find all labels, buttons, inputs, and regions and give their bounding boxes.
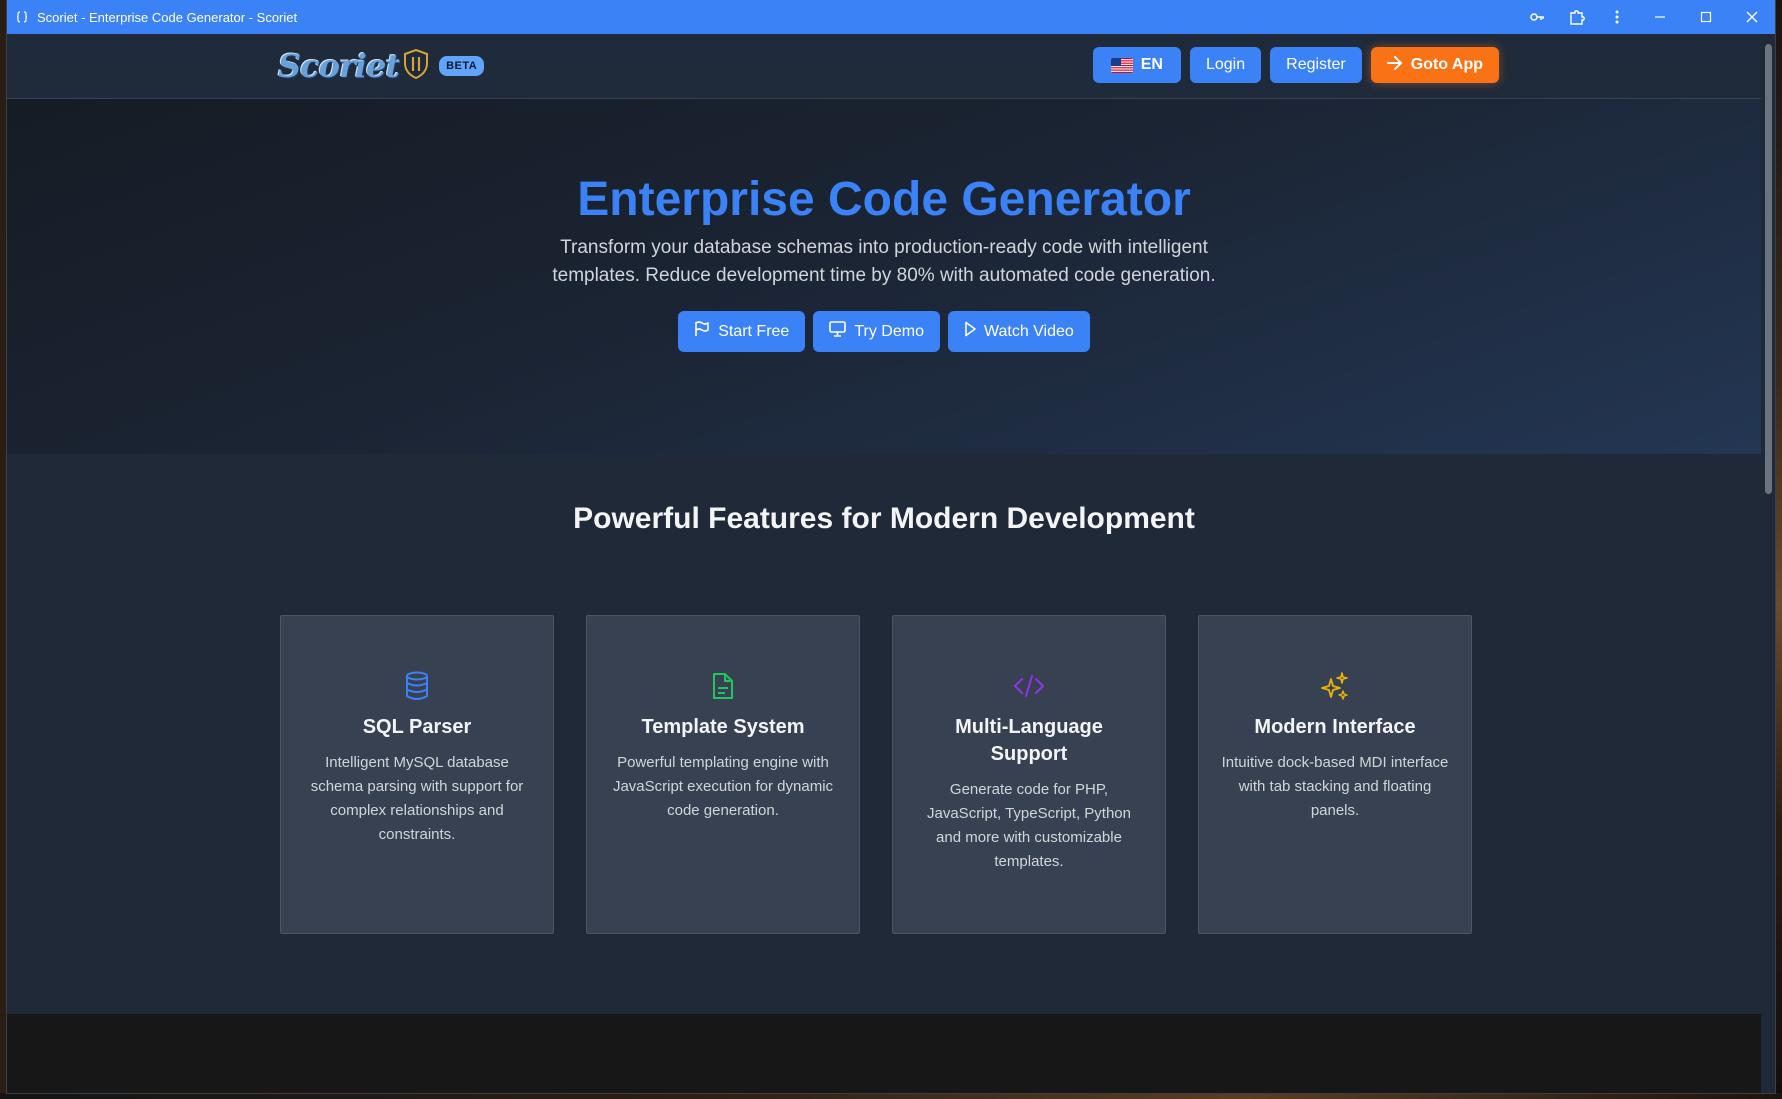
features-title: Powerful Features for Modern Development xyxy=(573,502,1195,535)
more-options-icon[interactable] xyxy=(1597,0,1637,34)
footer-section xyxy=(7,1014,1761,1093)
extensions-icon[interactable] xyxy=(1557,0,1597,34)
feature-cards: SQL Parser Intelligent MySQL database sc… xyxy=(280,615,1472,934)
card-title: SQL Parser xyxy=(362,716,472,738)
file-text-icon xyxy=(609,670,837,702)
play-icon xyxy=(964,321,976,342)
minimize-icon[interactable] xyxy=(1637,0,1683,34)
feature-card-modern-interface: Modern Interface Intuitive dock-based MD… xyxy=(1198,615,1472,934)
scrollbar-thumb[interactable] xyxy=(1765,44,1772,494)
hero-title: Enterprise Code Generator xyxy=(577,173,1191,226)
language-button[interactable]: EN xyxy=(1092,47,1181,83)
top-navbar: Scoriet BETA EN Login Register Goto App xyxy=(7,34,1761,99)
monitor-icon xyxy=(829,321,847,342)
start-free-button[interactable]: Start Free xyxy=(678,311,806,352)
vertical-scrollbar[interactable] xyxy=(1761,34,1775,1093)
key-icon[interactable] xyxy=(1517,0,1557,34)
arrow-right-icon xyxy=(1386,55,1403,75)
shield-logo-icon xyxy=(403,48,429,84)
watch-video-label: Watch Video xyxy=(983,322,1074,340)
flag-icon xyxy=(694,321,710,342)
card-description: Powerful templating engine with JavaScri… xyxy=(612,754,834,819)
card-title: Multi-Language Support xyxy=(955,716,1103,765)
card-title: Modern Interface xyxy=(1254,716,1416,738)
try-demo-button[interactable]: Try Demo xyxy=(813,311,940,352)
goto-app-button[interactable]: Goto App xyxy=(1370,47,1499,83)
beta-badge: BETA xyxy=(439,56,485,76)
browser-window: Scoriet - Enterprise Code Generator - Sc… xyxy=(7,0,1775,1093)
card-description: Intuitive dock-based MDI interface with … xyxy=(1221,754,1449,819)
us-flag-icon xyxy=(1110,57,1133,73)
login-button[interactable]: Login xyxy=(1189,47,1262,83)
feature-card-sql-parser: SQL Parser Intelligent MySQL database sc… xyxy=(280,615,554,934)
goto-app-label: Goto App xyxy=(1410,56,1483,73)
hero-subtitle: Transform your database schemas into pro… xyxy=(552,237,1216,286)
desktop-wallpaper-bottom xyxy=(0,1093,1782,1099)
card-description: Generate code for PHP, JavaScript, TypeS… xyxy=(927,781,1131,870)
logo-text: Scoriet xyxy=(278,47,400,85)
try-demo-label: Try Demo xyxy=(854,322,924,340)
feature-card-template-system: Template System Powerful templating engi… xyxy=(586,615,860,934)
code-icon xyxy=(915,670,1143,702)
database-icon xyxy=(303,670,531,702)
card-title: Template System xyxy=(641,716,805,738)
app-icon xyxy=(15,10,29,24)
sparkles-icon xyxy=(1221,670,1449,702)
close-icon[interactable] xyxy=(1729,0,1775,34)
title-bar[interactable]: Scoriet - Enterprise Code Generator - Sc… xyxy=(7,0,1775,34)
watch-video-button[interactable]: Watch Video xyxy=(947,311,1090,352)
start-free-label: Start Free xyxy=(718,322,790,340)
feature-card-multi-language: Multi-Language Support Generate code for… xyxy=(892,615,1166,934)
register-button[interactable]: Register xyxy=(1270,47,1362,83)
hero-section: Enterprise Code Generator Transform your… xyxy=(7,99,1761,454)
logo[interactable]: Scoriet BETA xyxy=(278,47,485,85)
language-label: EN xyxy=(1140,56,1163,73)
card-description: Intelligent MySQL database schema parsin… xyxy=(310,754,524,843)
maximize-icon[interactable] xyxy=(1683,0,1729,34)
page-content: Scoriet BETA EN Login Register Goto App … xyxy=(7,34,1761,1093)
window-title: Scoriet - Enterprise Code Generator - Sc… xyxy=(37,9,298,25)
